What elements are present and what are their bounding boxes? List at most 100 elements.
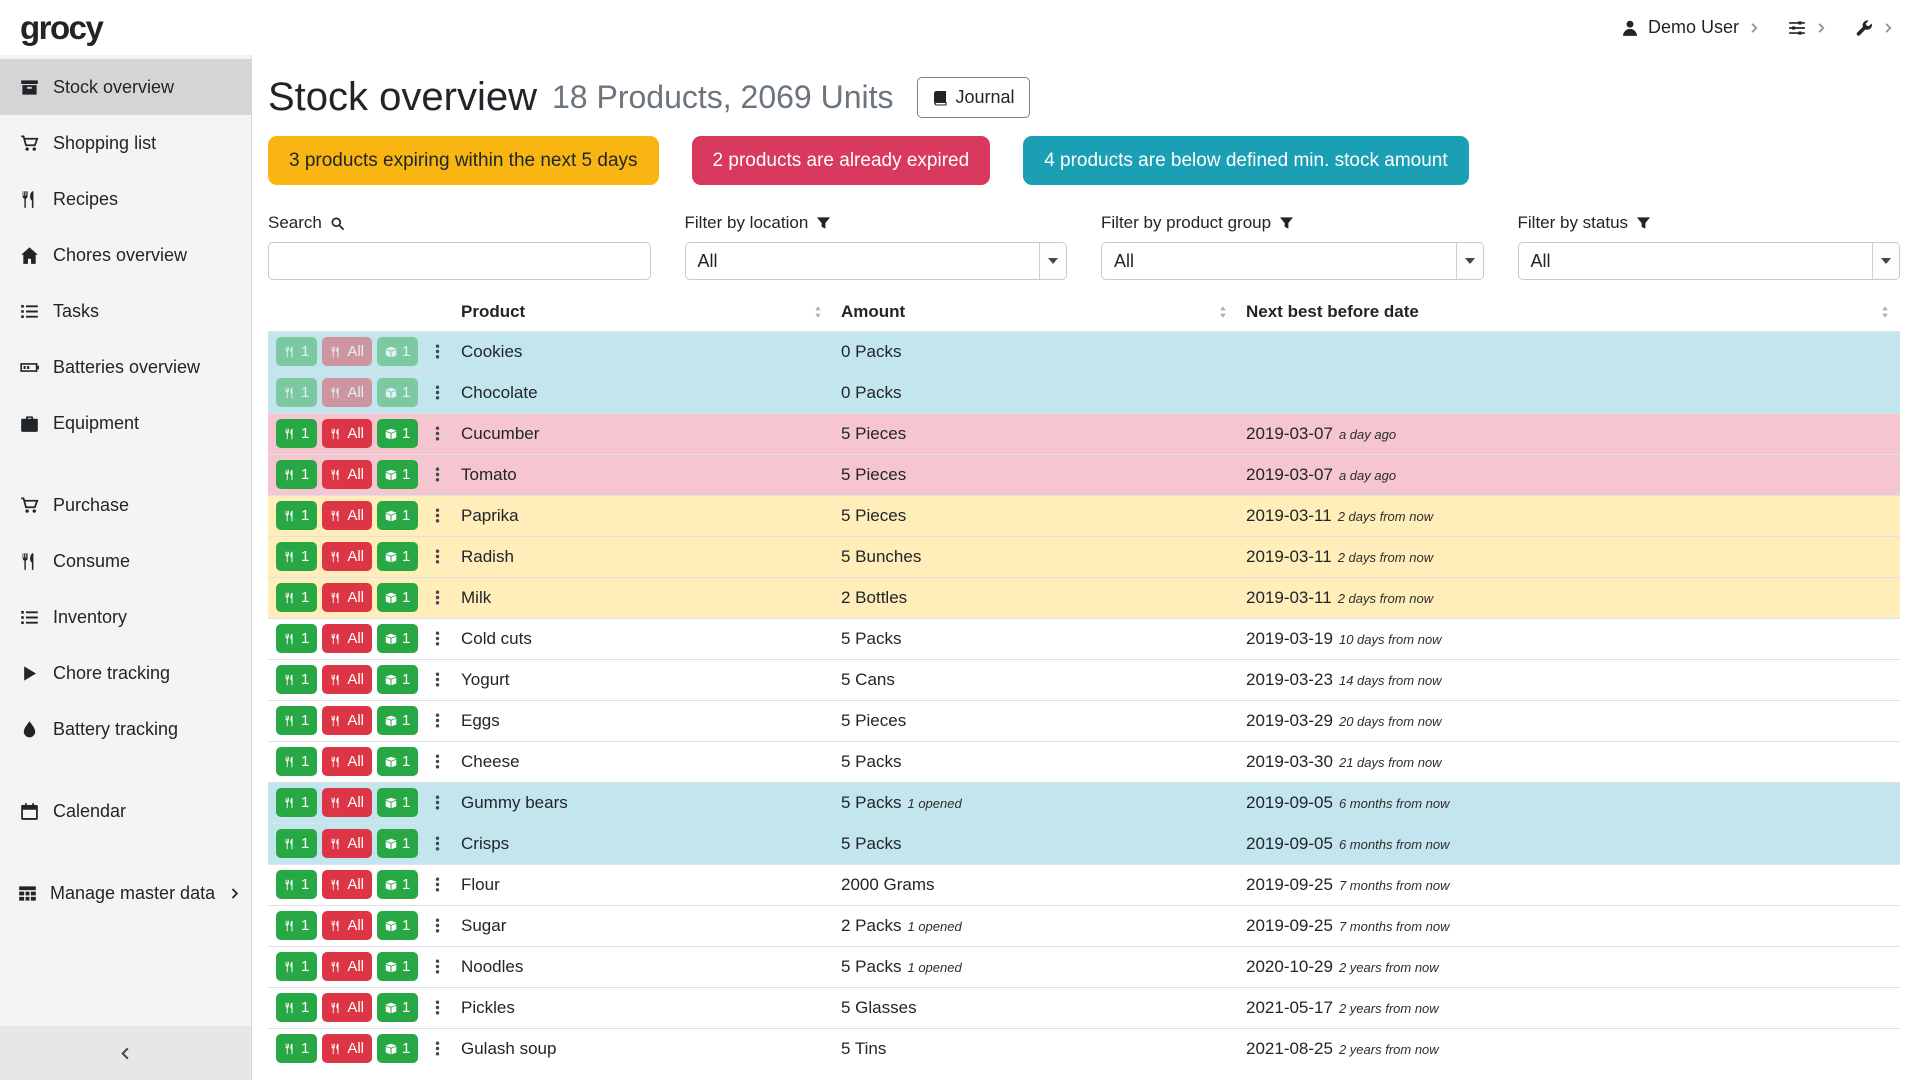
row-menu-button[interactable] — [425, 1040, 450, 1057]
row-menu-button[interactable] — [425, 343, 450, 360]
settings-menu[interactable] — [1788, 19, 1827, 37]
status-select[interactable]: All — [1518, 242, 1901, 280]
sidebar-item-equipment[interactable]: Equipment — [0, 395, 251, 451]
open-one-button[interactable]: 1 — [377, 829, 418, 858]
open-one-button[interactable]: 1 — [377, 337, 418, 366]
consume-all-button[interactable]: All — [322, 419, 372, 448]
sidebar-item-inventory[interactable]: Inventory — [0, 589, 251, 645]
consume-one-button[interactable]: 1 — [276, 583, 317, 612]
open-one-button[interactable]: 1 — [377, 419, 418, 448]
consume-all-button[interactable]: All — [322, 1034, 372, 1063]
row-menu-button[interactable] — [425, 876, 450, 893]
sort-icon[interactable] — [811, 305, 825, 319]
open-one-button[interactable]: 1 — [377, 542, 418, 571]
open-one-button[interactable]: 1 — [377, 460, 418, 489]
consume-all-button[interactable]: All — [322, 583, 372, 612]
sidebar-item-manage-master-data[interactable]: Manage master data — [0, 865, 251, 921]
product-column-header[interactable]: Product — [453, 294, 833, 331]
consume-all-button[interactable]: All — [322, 788, 372, 817]
open-one-button[interactable]: 1 — [377, 952, 418, 981]
open-one-button[interactable]: 1 — [377, 706, 418, 735]
consume-all-button[interactable]: All — [322, 747, 372, 776]
open-one-button[interactable]: 1 — [377, 788, 418, 817]
admin-menu[interactable] — [1855, 19, 1894, 37]
row-menu-button[interactable] — [425, 630, 450, 647]
consume-all-button[interactable]: All — [322, 870, 372, 899]
sidebar-item-chores-overview[interactable]: Chores overview — [0, 227, 251, 283]
expiring-alert[interactable]: 3 products expiring within the next 5 da… — [268, 136, 659, 185]
consume-one-button[interactable]: 1 — [276, 952, 317, 981]
consume-all-button[interactable]: All — [322, 378, 372, 407]
consume-all-button[interactable]: All — [322, 542, 372, 571]
sidebar-item-stock-overview[interactable]: Stock overview — [0, 59, 251, 115]
product-group-select[interactable]: All — [1101, 242, 1484, 280]
consume-all-button[interactable]: All — [322, 665, 372, 694]
consume-one-button[interactable]: 1 — [276, 624, 317, 653]
sidebar-item-recipes[interactable]: Recipes — [0, 171, 251, 227]
consume-one-button[interactable]: 1 — [276, 419, 317, 448]
sort-icon[interactable] — [1878, 305, 1892, 319]
consume-one-button[interactable]: 1 — [276, 542, 317, 571]
consume-all-button[interactable]: All — [322, 952, 372, 981]
sidebar-item-chore-tracking[interactable]: Chore tracking — [0, 645, 251, 701]
row-menu-button[interactable] — [425, 425, 450, 442]
sort-icon[interactable] — [1216, 305, 1230, 319]
consume-one-button[interactable]: 1 — [276, 337, 317, 366]
consume-all-button[interactable]: All — [322, 829, 372, 858]
consume-one-button[interactable]: 1 — [276, 1034, 317, 1063]
row-menu-button[interactable] — [425, 466, 450, 483]
row-menu-button[interactable] — [425, 999, 450, 1016]
consume-one-button[interactable]: 1 — [276, 747, 317, 776]
consume-one-button[interactable]: 1 — [276, 870, 317, 899]
consume-all-button[interactable]: All — [322, 460, 372, 489]
sidebar-item-consume[interactable]: Consume — [0, 533, 251, 589]
row-menu-button[interactable] — [425, 507, 450, 524]
consume-one-button[interactable]: 1 — [276, 788, 317, 817]
consume-one-button[interactable]: 1 — [276, 501, 317, 530]
consume-one-button[interactable]: 1 — [276, 665, 317, 694]
sidebar-item-batteries-overview[interactable]: Batteries overview — [0, 339, 251, 395]
amount-column-header[interactable]: Amount — [833, 294, 1238, 331]
consume-all-button[interactable]: All — [322, 706, 372, 735]
row-menu-button[interactable] — [425, 589, 450, 606]
sidebar-item-calendar[interactable]: Calendar — [0, 783, 251, 839]
row-menu-button[interactable] — [425, 958, 450, 975]
row-menu-button[interactable] — [425, 548, 450, 565]
sidebar-item-purchase[interactable]: Purchase — [0, 477, 251, 533]
below-min-stock-alert[interactable]: 4 products are below defined min. stock … — [1023, 136, 1468, 185]
consume-one-button[interactable]: 1 — [276, 993, 317, 1022]
journal-button[interactable]: Journal — [917, 77, 1030, 118]
open-one-button[interactable]: 1 — [377, 993, 418, 1022]
consume-all-button[interactable]: All — [322, 911, 372, 940]
consume-all-button[interactable]: All — [322, 993, 372, 1022]
consume-one-button[interactable]: 1 — [276, 829, 317, 858]
open-one-button[interactable]: 1 — [377, 1034, 418, 1063]
consume-one-button[interactable]: 1 — [276, 706, 317, 735]
location-select[interactable]: All — [685, 242, 1068, 280]
consume-one-button[interactable]: 1 — [276, 460, 317, 489]
open-one-button[interactable]: 1 — [377, 747, 418, 776]
sidebar-item-shopping-list[interactable]: Shopping list — [0, 115, 251, 171]
expired-alert[interactable]: 2 products are already expired — [692, 136, 991, 185]
open-one-button[interactable]: 1 — [377, 665, 418, 694]
consume-one-button[interactable]: 1 — [276, 911, 317, 940]
consume-one-button[interactable]: 1 — [276, 378, 317, 407]
sidebar-item-tasks[interactable]: Tasks — [0, 283, 251, 339]
open-one-button[interactable]: 1 — [377, 501, 418, 530]
open-one-button[interactable]: 1 — [377, 870, 418, 899]
row-menu-button[interactable] — [425, 384, 450, 401]
app-logo[interactable]: grocy — [20, 9, 102, 47]
sidebar-collapse-button[interactable] — [0, 1026, 251, 1080]
open-one-button[interactable]: 1 — [377, 911, 418, 940]
row-menu-button[interactable] — [425, 794, 450, 811]
row-menu-button[interactable] — [425, 917, 450, 934]
consume-all-button[interactable]: All — [322, 624, 372, 653]
row-menu-button[interactable] — [425, 835, 450, 852]
user-menu[interactable]: Demo User — [1621, 17, 1760, 38]
search-input[interactable] — [268, 242, 651, 280]
open-one-button[interactable]: 1 — [377, 624, 418, 653]
best-before-column-header[interactable]: Next best before date — [1238, 294, 1900, 331]
row-menu-button[interactable] — [425, 753, 450, 770]
sidebar-item-battery-tracking[interactable]: Battery tracking — [0, 701, 251, 757]
open-one-button[interactable]: 1 — [377, 583, 418, 612]
